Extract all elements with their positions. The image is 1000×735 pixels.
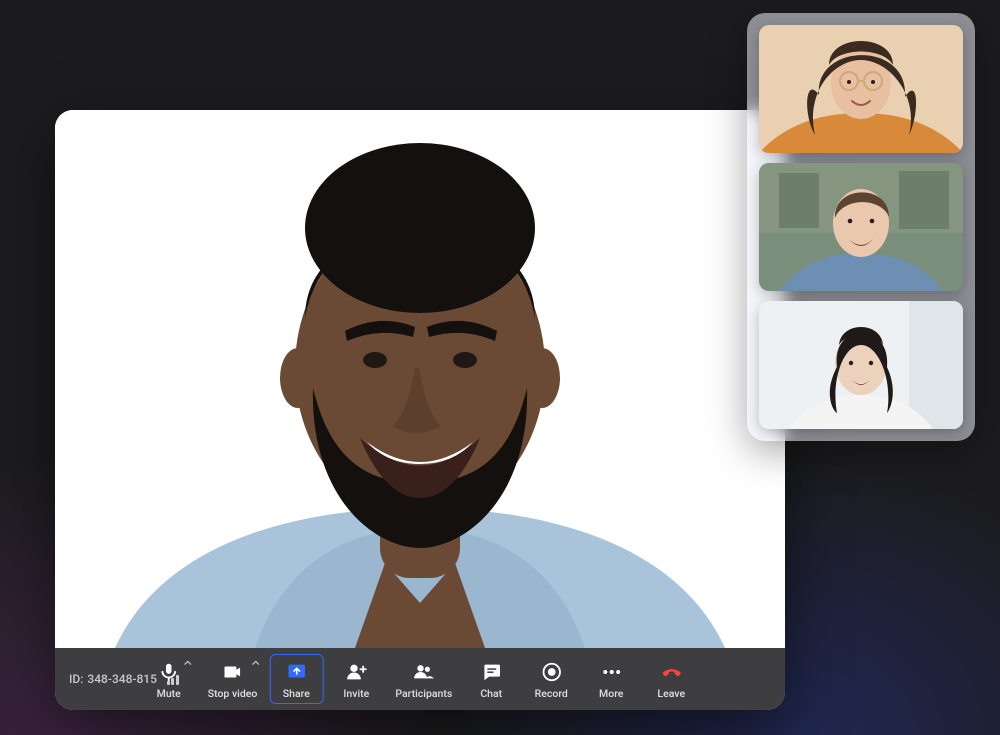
chat-button-label: Chat [480, 687, 502, 700]
chat-button[interactable]: Chat [464, 654, 518, 704]
share-button-label: Share [283, 687, 310, 700]
stop-video-button[interactable]: Stop video [202, 654, 264, 704]
add-user-icon [345, 661, 367, 683]
participants-button[interactable]: Participants [389, 654, 458, 704]
participant-gallery [747, 13, 975, 441]
participant-thumbnail[interactable] [759, 25, 963, 153]
participants-button-label: Participants [395, 687, 452, 700]
toolbar-button-group: Mute Stop video Share [142, 654, 699, 704]
record-icon [540, 661, 562, 683]
more-button[interactable]: More [584, 654, 638, 704]
record-button-label: Record [535, 687, 568, 700]
mute-button[interactable]: Mute [142, 654, 196, 704]
video-camera-icon [222, 661, 244, 683]
invite-button-label: Invite [343, 687, 369, 700]
invite-button[interactable]: Invite [329, 654, 383, 704]
more-button-label: More [599, 687, 623, 700]
chat-icon [480, 661, 502, 683]
chevron-up-icon[interactable] [251, 660, 259, 666]
more-icon [600, 661, 622, 683]
leave-button-label: Leave [657, 687, 685, 700]
main-speaker-video[interactable] [55, 110, 785, 648]
hang-up-icon [660, 661, 682, 683]
record-button[interactable]: Record [524, 654, 578, 704]
microphone-icon [158, 661, 180, 683]
meeting-id-prefix: ID: [69, 672, 83, 686]
participant-thumbnail[interactable] [759, 163, 963, 291]
leave-button[interactable]: Leave [644, 654, 698, 704]
participants-icon [413, 661, 435, 683]
mute-button-label: Mute [157, 687, 181, 700]
chevron-up-icon[interactable] [184, 660, 192, 666]
call-toolbar: ID: 348-348-815 Mute [55, 648, 785, 710]
share-button[interactable]: Share [269, 654, 323, 704]
share-screen-icon [285, 661, 307, 683]
main-speaker-avatar [55, 110, 785, 648]
participant-thumbnail[interactable] [759, 301, 963, 429]
video-call-window: ID: 348-348-815 Mute [55, 110, 785, 710]
stop-video-button-label: Stop video [208, 687, 258, 700]
